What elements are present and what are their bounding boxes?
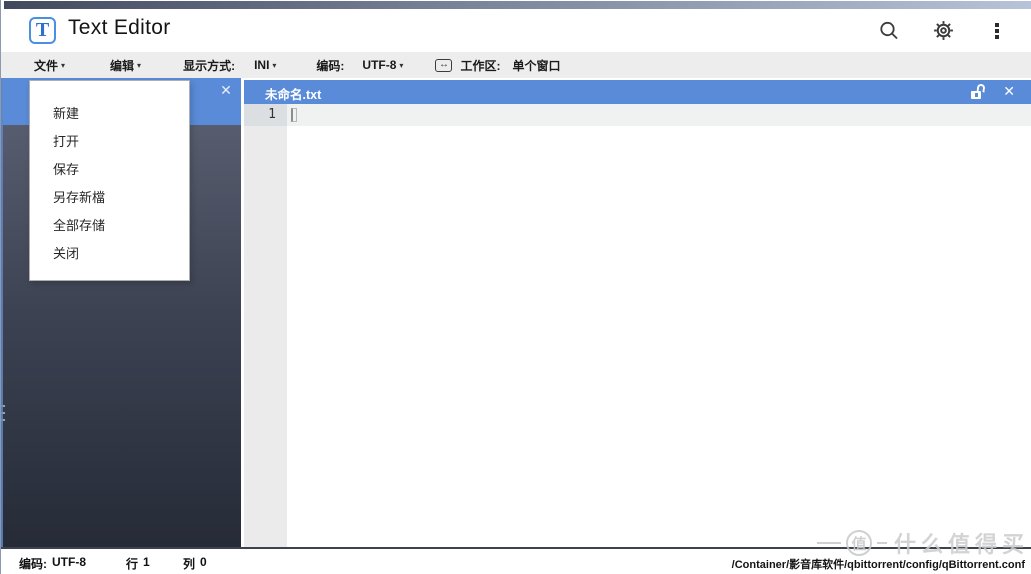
status-column-label: 列 [183, 557, 196, 571]
chevron-down-icon: ▾ [61, 60, 66, 70]
app-header: T Text Editor [1, 9, 1031, 52]
chevron-down-icon: ▾ [399, 60, 404, 70]
status-encoding-label: 编码: [19, 557, 47, 571]
close-icon[interactable]: ✕ [1003, 83, 1015, 100]
display-mode-select[interactable]: INI ▾ [254, 58, 276, 72]
edit-menu-label: 编辑 [110, 58, 135, 73]
status-line-indicator: 行 1 [126, 555, 150, 572]
header-icon-group [877, 9, 1009, 52]
file-dropdown-menu: 新建 打开 保存 另存新檔 全部存储 关闭 [29, 80, 190, 281]
editor-pane: 未命名.txt ✕ 1 [241, 78, 1031, 547]
unlock-icon[interactable] [971, 83, 989, 99]
menu-item-open[interactable]: 打开 [30, 128, 189, 156]
editor-text-area[interactable] [287, 104, 1031, 126]
page-title: Text Editor [68, 16, 171, 39]
more-options-kebab-icon[interactable] [985, 19, 1009, 43]
menu-item-save[interactable]: 保存 [30, 156, 189, 184]
tab-title[interactable]: 未命名.txt [265, 84, 321, 103]
menu-item-new[interactable]: 新建 [30, 100, 189, 128]
display-mode-label: 显示方式: [183, 58, 236, 73]
status-bar: 编码: UTF-8 行 1 列 0 /Container/影音库软件/qbitt… [1, 549, 1031, 574]
status-line-label: 行 [126, 557, 139, 571]
status-line-value: 1 [143, 555, 150, 569]
toolbar: 文件 ▾ 编辑 ▾ 显示方式: INI ▾ 编码: UTF-8 ▾ ↔ 工作区:… [1, 52, 1031, 78]
menu-item-save-all[interactable]: 全部存储 [30, 212, 189, 240]
chevron-down-icon: ▾ [137, 60, 142, 70]
app-logo: T [29, 17, 56, 44]
status-encoding-value: UTF-8 [52, 555, 86, 569]
search-icon[interactable] [877, 19, 901, 43]
workspace-mode-select[interactable]: 单个窗口 [512, 57, 560, 74]
encoding-label: 编码: [316, 58, 345, 73]
status-file-path: /Container/影音库软件/qbittorrent/config/qBit… [731, 559, 1025, 571]
main-content: ✕ 新建 打开 保存 另存新檔 全部存储 关闭 未命名.txt ✕ 1 [1, 78, 1031, 547]
gear-icon[interactable] [931, 19, 955, 43]
display-mode-value: INI [254, 58, 270, 72]
file-menu-label: 文件 [34, 58, 59, 73]
chevron-down-icon: ▾ [272, 60, 277, 70]
line-number-gutter [244, 126, 287, 547]
workspace-resize-icon: ↔ [435, 58, 453, 72]
text-cursor [291, 108, 297, 122]
encoding-select[interactable]: UTF-8 ▾ [362, 58, 403, 72]
sidebar-left-edge [1, 78, 3, 547]
editor-tab-bar: 未命名.txt ✕ [244, 80, 1031, 104]
workspace-mode-value: 单个窗口 [512, 58, 561, 73]
status-column-value: 0 [200, 555, 207, 569]
window-top-gradient-strip [4, 1, 1031, 9]
status-encoding: 编码: UTF-8 [19, 555, 86, 572]
encoding-value: UTF-8 [362, 58, 397, 72]
menu-item-close[interactable]: 关闭 [30, 240, 189, 268]
line-number: 1 [244, 104, 287, 126]
file-menu-button[interactable]: 文件 ▾ [34, 57, 65, 74]
editor-active-line: 1 [244, 104, 1031, 126]
workspace-label: 工作区: [460, 58, 501, 73]
menu-item-save-as[interactable]: 另存新檔 [30, 184, 189, 212]
status-column-indicator: 列 0 [183, 555, 207, 572]
close-icon[interactable]: ✕ [218, 82, 234, 98]
app-logo-letter: T [35, 19, 50, 41]
edit-menu-button[interactable]: 编辑 ▾ [110, 57, 141, 74]
